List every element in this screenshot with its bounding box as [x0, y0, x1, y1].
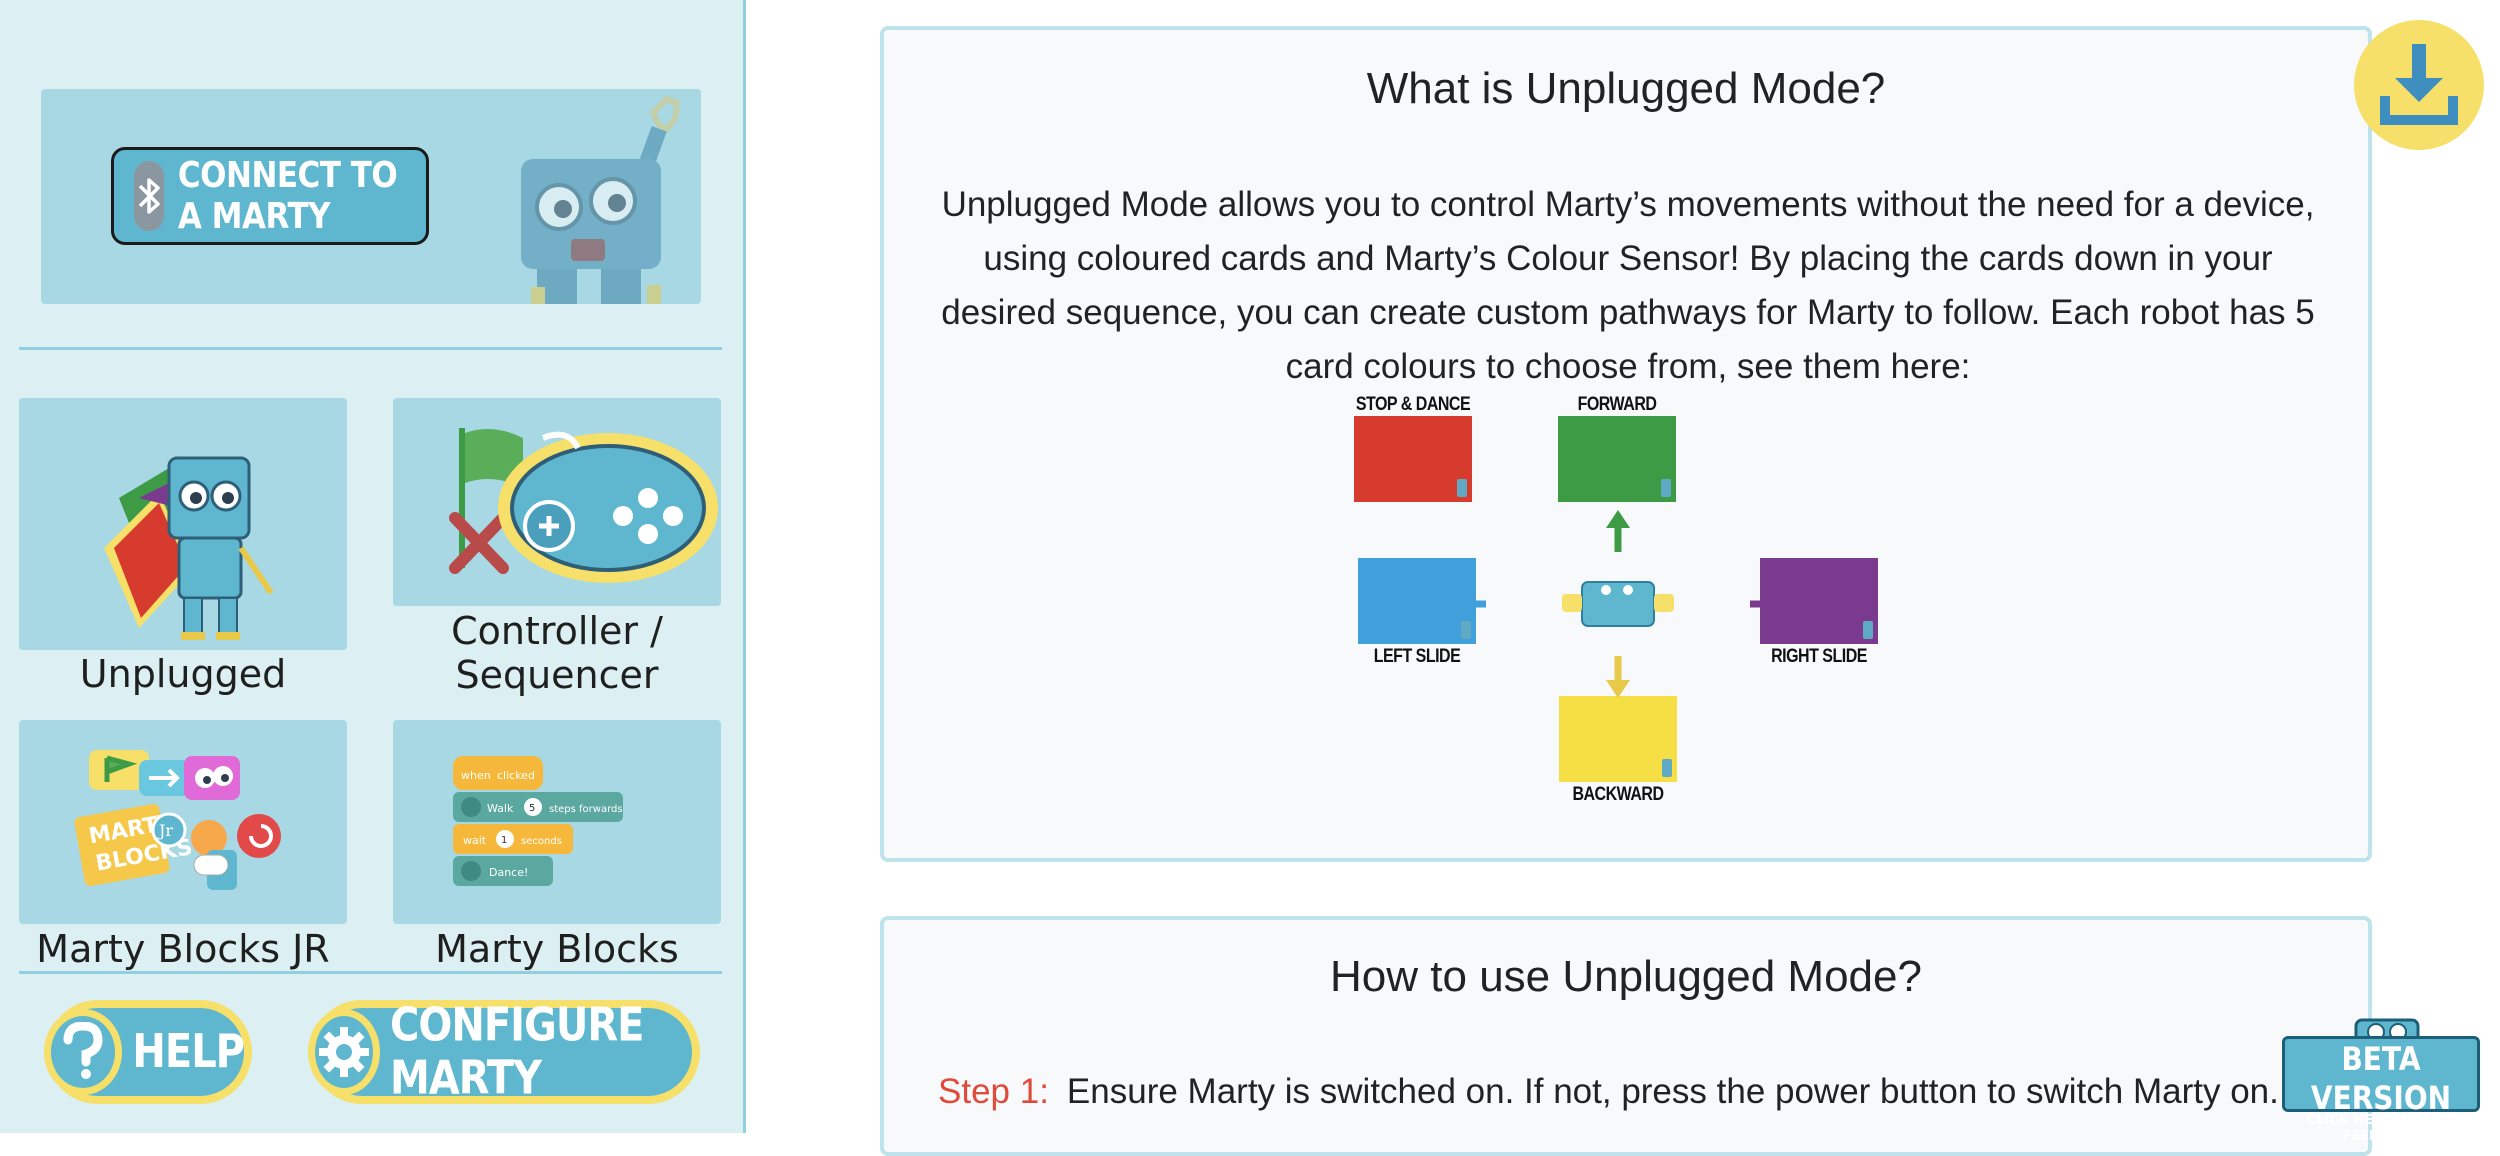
connect-button[interactable]: CONNECT TO A MARTY: [111, 147, 429, 245]
unplugged-cards-icon: [104, 456, 274, 640]
sidebar-divider: [19, 347, 722, 350]
question-icon: [44, 1009, 123, 1095]
marty-top-view-icon: [1562, 581, 1674, 627]
block-text-steps-forwards: steps forwards: [549, 804, 623, 815]
tile-label-marty-blocks: Marty Blocks: [435, 927, 679, 971]
beta-title: BETA VERSION: [2310, 1039, 2452, 1117]
sidebar: CONNECT TO A MARTY Unplugged Controller …: [0, 0, 746, 1133]
section-title-what-is: What is Unplugged Mode?: [1366, 64, 1886, 113]
block-text-when: when: [461, 769, 491, 782]
gear-icon: [308, 1009, 380, 1095]
help-button-label: HELP: [132, 1025, 245, 1079]
block-text-dance: Dance!: [489, 866, 528, 879]
card-stop-dance: STOP & DANCE: [1354, 394, 1472, 502]
card-label-stop-dance: STOP & DANCE: [1355, 394, 1471, 415]
step-1: Step 1: Ensure Marty is switched on. If n…: [938, 1072, 2279, 1112]
block-text-1: 1: [501, 835, 507, 846]
step-1-text: Ensure Marty is switched on. If not, pre…: [1066, 1072, 2279, 1111]
card-swatch-red: [1354, 416, 1472, 502]
block-text-clicked: clicked: [497, 769, 535, 782]
download-button[interactable]: [2354, 20, 2484, 150]
beta-feedback-badge[interactable]: BETA VERSION CLICK HERE TO GIVE FEEDBACK: [2282, 1012, 2482, 1144]
card-label-backward: BACKWARD: [1572, 784, 1664, 805]
tile-label-controller: Controller /: [451, 609, 663, 653]
tile-marty-blocks[interactable]: when clicked Walk 5 steps forwards wait …: [393, 720, 721, 924]
card-forward: FORWARD: [1558, 394, 1676, 502]
sidebar-divider-bottom: [19, 971, 722, 974]
section-how-to-use: How to use Unplugged Mode? Step 1: Ensure…: [880, 916, 2372, 1156]
card-label-forward: FORWARD: [1577, 394, 1657, 415]
connect-panel: CONNECT TO A MARTY: [41, 89, 701, 304]
tile-label-marty-blocks-jr: Marty Blocks JR: [36, 927, 330, 971]
download-icon: [2380, 44, 2458, 125]
block-text-wait: wait: [463, 834, 487, 847]
tile-label-unplugged: Unplugged: [79, 652, 287, 696]
direction-arrows: [1446, 510, 1792, 698]
help-button[interactable]: HELP: [44, 1000, 252, 1104]
bluetooth-icon: [134, 161, 164, 231]
configure-marty-button[interactable]: CONFIGURE MARTY: [308, 999, 700, 1105]
tile-controller-sequencer[interactable]: [393, 398, 721, 606]
marty-blocks-icon: when clicked Walk 5 steps forwards wait …: [453, 756, 623, 886]
card-swatch-green: [1558, 416, 1676, 502]
tile-marty-blocks-jr[interactable]: MARTY BLOCKS Jr: [19, 720, 347, 924]
block-text-walk: Walk: [487, 802, 514, 815]
tile-unplugged[interactable]: [19, 398, 347, 650]
block-text-seconds: seconds: [521, 836, 562, 847]
intro-paragraph: Unplugged Mode allows you to control Mar…: [941, 185, 2315, 386]
block-text-5: 5: [529, 803, 535, 814]
step-1-label: Step 1:: [938, 1072, 1049, 1111]
marty-blocks-jr-icon: MARTY BLOCKS Jr: [74, 750, 281, 890]
beta-badge-box: BETA VERSION CLICK HERE TO GIVE FEEDBACK: [2282, 1036, 2480, 1144]
controller-gamepad-icon: [449, 428, 718, 583]
section-what-is-unplugged: What is Unplugged Mode? Unplugged Mode a…: [880, 26, 2372, 862]
svg-text:Jr: Jr: [157, 821, 173, 840]
tile-label-sequencer: Sequencer: [455, 653, 659, 697]
section-title-how-to: How to use Unplugged Mode?: [1330, 952, 1922, 1001]
configure-marty-label: CONFIGURE MARTY: [390, 999, 644, 1105]
connect-button-label: CONNECT TO A MARTY: [177, 154, 398, 238]
marty-robot-illustration: [521, 95, 681, 304]
